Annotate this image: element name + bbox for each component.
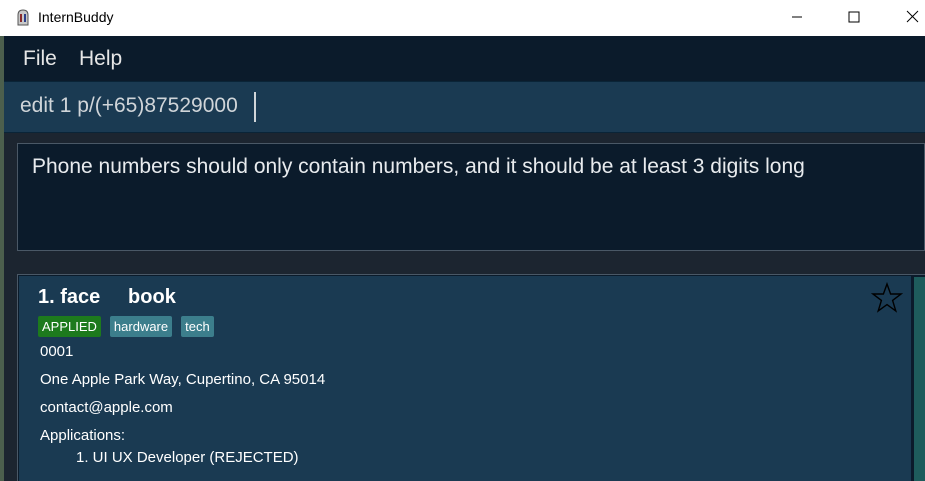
list-scrollbar-thumb[interactable]	[914, 277, 925, 481]
app-window: File Help edit 1 p/(+65)87529000 Phone n…	[0, 36, 925, 481]
close-button[interactable]	[888, 0, 925, 34]
app-logo-icon	[17, 9, 29, 26]
maximize-button[interactable]	[831, 0, 877, 34]
minimize-icon	[792, 16, 802, 18]
tag-tech: tech	[181, 316, 214, 337]
card-email: contact@apple.com	[40, 399, 173, 416]
card-applications-label: Applications:	[40, 427, 126, 444]
menu-help[interactable]: Help	[79, 47, 122, 71]
command-box[interactable]: edit 1 p/(+65)87529000	[4, 81, 925, 133]
status-badge: APPLIED	[38, 316, 101, 337]
card-phone: 0001	[40, 343, 74, 360]
internship-card[interactable]: 1. face book APPLIED hardware tech 0001 …	[19, 276, 911, 481]
window-titlebar: InternBuddy	[0, 0, 925, 36]
close-icon	[906, 10, 919, 23]
tag-list: APPLIED hardware tech	[38, 316, 214, 338]
maximize-icon	[848, 11, 860, 23]
star-outline-icon[interactable]	[871, 282, 903, 314]
result-message: Phone numbers should only contain number…	[32, 155, 805, 178]
minimize-button[interactable]	[774, 0, 820, 34]
application-item: 1. UI UX Developer (REJECTED)	[76, 449, 299, 466]
command-input[interactable]: edit 1 p/(+65)87529000	[20, 94, 238, 118]
menu-bar: File Help	[4, 36, 925, 81]
result-display-panel: Phone numbers should only contain number…	[4, 133, 925, 263]
window-title: InternBuddy	[38, 9, 114, 25]
tag-hardware: hardware	[109, 316, 173, 337]
internship-list[interactable]: 1. face book APPLIED hardware tech 0001 …	[17, 274, 925, 481]
list-scrollbar[interactable]	[912, 275, 925, 481]
card-title: 1. face book	[38, 286, 176, 308]
internship-list-panel: 1. face book APPLIED hardware tech 0001 …	[4, 264, 925, 481]
menu-file[interactable]: File	[23, 47, 57, 71]
result-display: Phone numbers should only contain number…	[17, 143, 925, 251]
card-address: One Apple Park Way, Cupertino, CA 95014	[40, 371, 326, 388]
text-caret	[254, 92, 256, 122]
